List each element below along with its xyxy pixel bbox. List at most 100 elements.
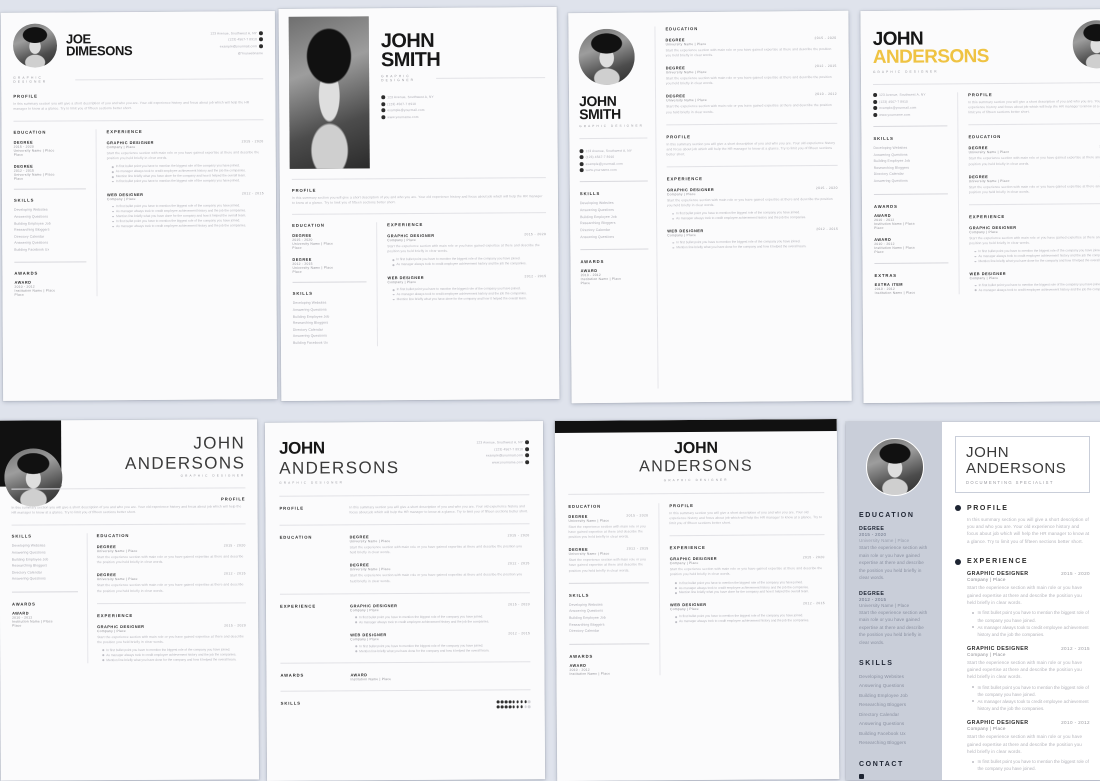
contact-phone: (123) 4567-7 8910	[494, 447, 523, 451]
degree-school-2: University Name | Place	[97, 577, 246, 582]
bullet-marker-icon	[955, 559, 961, 565]
resume-template-card-5[interactable]: JOHN ANDERSONS GRAPHIC DESIGNER PROFILE …	[0, 419, 259, 780]
job-company: Company | Place	[670, 560, 825, 565]
job-dates-2: 2012 - 2015	[1061, 646, 1090, 652]
section-profile: PROFILE	[292, 186, 546, 193]
skill-rating	[497, 705, 531, 708]
contact-web: www.yourname.com	[879, 113, 910, 117]
skill-item: Building Employee Job	[859, 691, 931, 700]
section-education: EDUCATION	[568, 503, 648, 509]
degree-school: University Name | Place	[666, 41, 837, 46]
job-bullet: In first bullet point you have to mentio…	[112, 179, 264, 185]
section-experience: EXPERIENCE	[670, 544, 825, 550]
section-experience: EXPERIENCE	[97, 612, 246, 618]
degree-desc-3: Start the experience section with main r…	[666, 103, 837, 115]
section-awards: AWARDS	[874, 203, 948, 209]
section-experience: EXPERIENCE	[280, 603, 340, 654]
contact-web: www.yourname.com	[492, 460, 523, 464]
award-place: Place	[581, 281, 649, 286]
last-name: ANDERSONS	[873, 48, 1065, 68]
job-bullet: Mention line briefly what you have done …	[102, 657, 246, 663]
degree-place-2: Place	[14, 177, 86, 181]
resume-template-card-7[interactable]: JOHN ANDERSONS GRAPHIC DESIGNER EDUCATIO…	[555, 419, 840, 781]
role-title: GRAPHIC DESIGNER	[11, 473, 245, 478]
job-dates: 2015 - 2020	[242, 139, 264, 144]
job-company-2: Company | Place	[970, 275, 1100, 280]
job-bullet: In first bullet point you have to mentio…	[972, 758, 1090, 772]
job-bullet: As manager always took to credit employe…	[392, 262, 546, 268]
job-company-2: Company | Place	[967, 652, 1090, 657]
job-dates-2: 2012 - 2015	[524, 274, 546, 279]
first-name: JOHN	[568, 439, 824, 459]
award-place: Place	[12, 623, 78, 627]
degree-dates: 2015 - 2020	[815, 36, 837, 41]
job-desc: Start the experience section with main r…	[967, 584, 1090, 606]
job-dates-2: 2012 - 2015	[242, 191, 264, 196]
resume-template-card-2[interactable]: JOHN SMITH GRAPHIC DESIGNER 123 Avenue, …	[279, 7, 560, 401]
award-place-2: Place	[874, 249, 948, 254]
degree-dates: 2015 - 2020	[224, 544, 246, 549]
skill-item: Directory Calendar	[569, 628, 649, 635]
section-experience: EXPERIENCE	[969, 213, 1100, 219]
avatar	[866, 438, 924, 496]
section-education: EDUCATION	[859, 512, 931, 519]
role-title: GRAPHIC DESIGNER	[579, 123, 647, 128]
last-name: ANDERSONS	[11, 453, 245, 474]
job-desc: Start the experience section with main r…	[387, 243, 546, 254]
template-gallery: JOE DIMESONS 123 Avenue, Southwest A, NY…	[0, 0, 1100, 772]
award-org: Institution Name | Place	[350, 677, 530, 682]
job-bullet: In first bullet point you have to mentio…	[972, 609, 1090, 623]
job-desc: Start the experience section with main r…	[97, 634, 246, 645]
skill-item: Answering Questions	[874, 177, 948, 184]
degree-school-2: University Name | Place	[350, 567, 530, 572]
role-title: GRAPHIC DESIGNER	[568, 477, 824, 483]
role-title: GRAPHIC DESIGNER	[873, 69, 1065, 75]
resume-template-card-1[interactable]: JOE DIMESONS 123 Avenue, Southwest A, NY…	[1, 11, 277, 401]
job-bullet: Mention line briefly what you have done …	[672, 244, 838, 250]
contact-email: example@yourmail.com	[586, 162, 623, 166]
degree-place: Place	[292, 246, 366, 251]
section-education: EDUCATION	[292, 223, 366, 229]
skill-item: Answering Questions	[859, 681, 931, 690]
avatar	[578, 29, 634, 85]
degree-school-2: University Name | Place	[666, 69, 837, 74]
award-place: Place	[15, 292, 87, 296]
phone-icon	[259, 38, 263, 42]
degree-school-2: University Name | Place	[569, 552, 649, 557]
section-skills: SKILLS	[293, 291, 367, 297]
job-dates: 2015 - 2020	[816, 186, 838, 191]
job-desc: Start the experience section with main r…	[107, 150, 264, 161]
section-skills: SKILLS	[12, 533, 78, 538]
job-dates: 2015 - 2020	[224, 623, 246, 628]
profile-text: In this summary section you will give a …	[666, 141, 837, 158]
degree-school: University Name | Place	[859, 537, 931, 544]
degree-desc-2: Start the experience section with main r…	[97, 583, 246, 594]
extra-org: Institution Name | Place	[875, 290, 949, 295]
first-name: JOHN	[279, 438, 455, 459]
contact-address: 123 Avenue, Southwest A, NY	[387, 95, 434, 99]
mail-icon	[873, 106, 877, 110]
contact-address: 123 Avenue, Southwest A, NY	[210, 31, 257, 35]
first-name: JOHN	[966, 445, 1079, 461]
resume-template-card-4[interactable]: JOHN ANDERSONS GRAPHIC DESIGNER 123 Aven…	[860, 9, 1100, 403]
degree-desc-2: Start the experience section with main r…	[666, 75, 837, 87]
degree-dates-2: 2012 - 2015	[508, 562, 530, 567]
resume-template-card-8[interactable]: EDUCATION DEGREE 2015 - 2020 University …	[846, 422, 1100, 780]
job-company: Company | Place	[350, 607, 530, 612]
last-name: SMITH	[579, 108, 647, 122]
skill-item: Researching Bloggers	[859, 738, 931, 747]
section-experience: EXPERIENCE	[667, 175, 838, 181]
degree-school-2: University Name | Place	[969, 178, 1100, 183]
section-contact: CONTACT	[859, 761, 931, 768]
resume-template-card-3[interactable]: JOHN SMITH GRAPHIC DESIGNER 123 Avenue, …	[568, 11, 851, 403]
section-profile: PROFILE	[13, 92, 263, 99]
avatar	[1073, 20, 1100, 68]
profile-text: In this summary section you will give a …	[13, 100, 263, 112]
section-profile: PROFILE	[967, 505, 1009, 512]
mail-icon	[525, 453, 529, 457]
degree-desc-2: Start the experience section with main r…	[969, 184, 1100, 195]
degree-desc: Start the experience section with main r…	[350, 544, 530, 555]
skill-item: Answering Questions	[859, 719, 931, 728]
section-profile: PROFILE	[11, 496, 245, 502]
resume-template-card-6[interactable]: JOHN ANDERSONS GRAPHIC DESIGNER 123 Aven…	[265, 421, 545, 781]
